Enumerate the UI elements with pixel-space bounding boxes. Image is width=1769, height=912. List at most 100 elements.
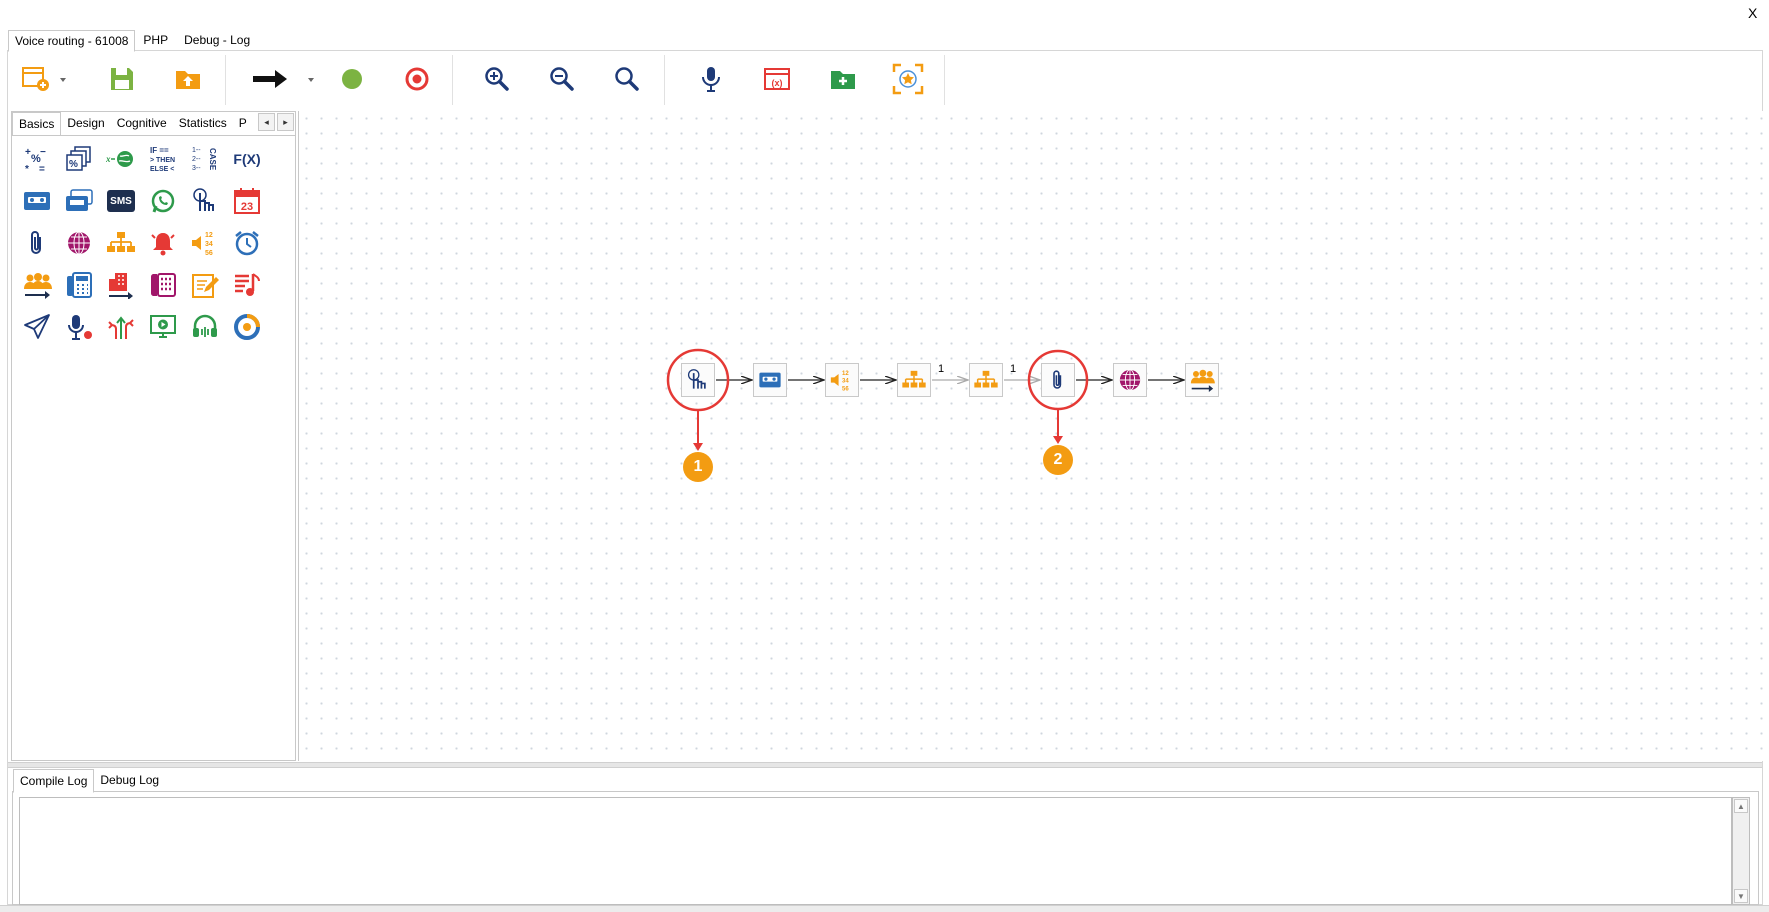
connect-button[interactable] <box>250 59 290 99</box>
palette-item-paperclip[interactable] <box>22 228 52 258</box>
palette-item-phone-keypad[interactable] <box>148 270 178 300</box>
send-icon <box>24 314 50 339</box>
svg-text:> THEN: > THEN <box>150 157 175 164</box>
agent-queue-icon <box>1190 369 1215 392</box>
variables-button[interactable]: (x) <box>757 59 797 99</box>
palette-item-agent-queue[interactable] <box>22 270 52 300</box>
agent-queue-icon <box>24 273 52 299</box>
svg-text:ELSE <: ELSE < <box>150 166 174 173</box>
tab-debug-log[interactable]: Debug - Log <box>176 30 258 50</box>
panel-splitter[interactable] <box>8 762 1762 768</box>
zoom-fit-button[interactable] <box>607 59 647 99</box>
palette-tab-design[interactable]: Design <box>61 112 110 134</box>
flow-node-org-chart[interactable] <box>897 363 931 397</box>
flow-node-globe[interactable] <box>1113 363 1147 397</box>
palette-tab-cognitive[interactable]: Cognitive <box>111 112 173 134</box>
callout-arrowhead-1 <box>693 443 703 451</box>
flow-node-org-chart[interactable] <box>969 363 1003 397</box>
palette-item-alarm-clock[interactable] <box>232 228 262 258</box>
palette-tab-truncated[interactable]: Pı <box>233 112 247 134</box>
new-window-dropdown[interactable] <box>58 75 68 85</box>
palette-item-math[interactable]: + − % * = <box>22 144 52 174</box>
record-button[interactable] <box>691 59 731 99</box>
org-chart-icon <box>902 370 926 388</box>
palette-item-branch-arrows[interactable] <box>106 312 136 342</box>
palette-item-phone-list[interactable] <box>64 270 94 300</box>
flow-node-cassette[interactable] <box>753 363 787 397</box>
palette-item-building-route[interactable] <box>106 270 136 300</box>
palette-item-alarm-bell[interactable] <box>148 228 178 258</box>
log-textarea[interactable] <box>19 797 1732 905</box>
connect-dropdown[interactable] <box>306 75 316 85</box>
palette-tab-basics[interactable]: Basics <box>12 112 62 136</box>
palette-item-case[interactable]: 1-- 2-- 3-- CASE <box>190 144 220 174</box>
close-button[interactable]: X <box>1748 5 1757 21</box>
branch-arrows-icon <box>108 316 134 339</box>
flow-node-audio-numbers[interactable]: 12 34 56 <box>825 363 859 397</box>
palette-item-calendar[interactable]: 23 <box>232 186 262 216</box>
toolbar-separator <box>664 55 665 105</box>
flow-node-paperclip[interactable] <box>1041 363 1075 397</box>
palette-item-cassette[interactable] <box>22 186 52 216</box>
palette-scroll-left[interactable]: ◂ <box>258 113 275 131</box>
tab-voice-routing[interactable]: Voice routing - 61008 <box>8 30 136 52</box>
zoom-out-button[interactable] <box>542 59 582 99</box>
variables-window-icon: (x) <box>764 68 790 90</box>
palette-body: + − % * = % x IF == > THEN ELSE < 1-- 2-… <box>12 135 295 761</box>
palette-item-music-list[interactable] <box>232 270 262 300</box>
upload-folder-icon <box>176 71 200 89</box>
headset-icon <box>193 314 217 337</box>
upload-button[interactable] <box>168 59 208 99</box>
focus-button[interactable] <box>888 59 928 99</box>
palette-item-cassette-stack[interactable] <box>64 186 94 216</box>
tab-php[interactable]: PHP <box>135 30 176 50</box>
toolbar-separator <box>944 55 945 105</box>
stop-button[interactable] <box>397 59 437 99</box>
palette-item-ring[interactable] <box>232 312 262 342</box>
scroll-down-button[interactable]: ▼ <box>1734 889 1748 903</box>
palette-item-function[interactable]: F(X) <box>230 144 264 174</box>
cassette-stack-icon <box>66 189 93 211</box>
palette-item-audio-numbers[interactable]: 12 34 56 <box>190 228 220 258</box>
alarm-clock-icon <box>235 231 259 256</box>
save-button[interactable] <box>102 59 142 99</box>
org-chart-icon <box>107 232 135 252</box>
add-folder-icon <box>831 71 855 89</box>
palette-item-mic-record[interactable] <box>64 312 94 342</box>
start-button[interactable] <box>332 59 372 99</box>
org-chart-icon <box>974 370 998 388</box>
mic-record-icon <box>68 315 92 340</box>
tab-compile-log[interactable]: Compile Log <box>13 769 95 793</box>
palette-item-note-edit[interactable] <box>190 270 220 300</box>
palette-item-headset[interactable] <box>190 312 220 342</box>
palette-scroll-right[interactable]: ▸ <box>277 113 294 131</box>
palette-item-touch-input[interactable] <box>190 186 220 216</box>
zoom-in-icon <box>485 67 509 91</box>
palette-item-globe[interactable] <box>64 228 94 258</box>
zoom-in-button[interactable] <box>477 59 517 99</box>
flow-node-agent-queue[interactable] <box>1185 363 1219 397</box>
globe-icon <box>68 231 90 255</box>
palette-item-org-chart[interactable] <box>106 228 136 258</box>
tab-debug-log-panel[interactable]: Debug Log <box>94 769 165 791</box>
flow-node-touch-input[interactable] <box>681 363 715 397</box>
add-folder-button[interactable] <box>823 59 863 99</box>
palette-item-whatsapp[interactable] <box>148 186 178 216</box>
flow-canvas[interactable]: 1 1 12 34 56 1 2 <box>298 111 1764 761</box>
palette-item-percent[interactable]: % <box>64 144 94 174</box>
note-edit-icon <box>192 274 219 298</box>
palette-item-sms[interactable]: SMS <box>106 186 136 216</box>
svg-text:2--: 2-- <box>192 156 201 163</box>
microphone-icon <box>702 67 720 92</box>
cassette-icon <box>24 192 50 210</box>
palette-item-if-then-else[interactable]: IF == > THEN ELSE < <box>148 144 178 174</box>
log-scrollbar[interactable]: ▲ ▼ <box>1732 797 1750 905</box>
palette-item-send[interactable] <box>22 312 52 342</box>
new-window-button[interactable] <box>16 59 56 99</box>
svg-text:CASE: CASE <box>208 148 217 171</box>
palette-tab-statistics[interactable]: Statistics <box>173 112 233 134</box>
palette-item-screen-play[interactable] <box>148 312 178 342</box>
palette-item-variable-globe[interactable]: x <box>106 144 136 174</box>
edge-label: 1 <box>938 363 945 375</box>
scroll-up-button[interactable]: ▲ <box>1734 799 1748 813</box>
